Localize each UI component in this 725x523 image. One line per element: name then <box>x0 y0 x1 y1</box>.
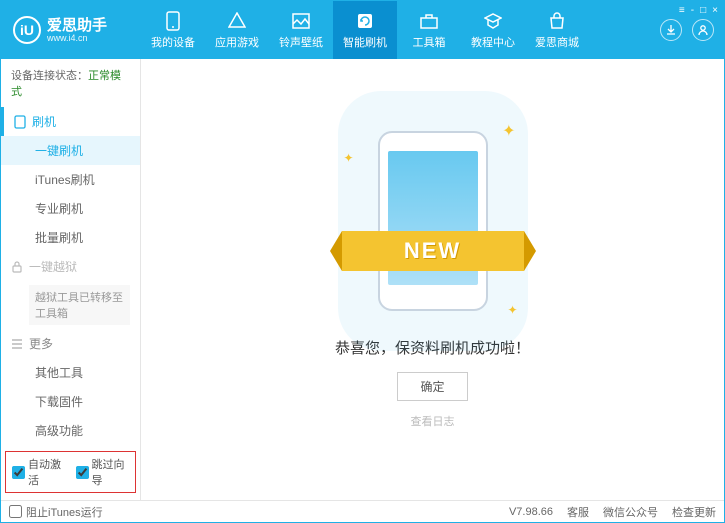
nav-label: 智能刷机 <box>343 34 387 50</box>
section-flash[interactable]: 刷机 <box>1 107 140 136</box>
success-illustration: NEW ✦ ✦ ✦ <box>378 131 488 311</box>
main-content: NEW ✦ ✦ ✦ 恭喜您，保资料刷机成功啦！ 确定 查看日志 <box>141 59 724 500</box>
checkbox-skip-guide[interactable]: 跳过向导 <box>76 456 130 488</box>
maximize-button[interactable]: □ <box>700 5 706 16</box>
check-update-link[interactable]: 检查更新 <box>672 504 716 520</box>
sidebar-item-advanced[interactable]: 高级功能 <box>1 416 140 445</box>
minimize-button[interactable]: - <box>691 5 694 16</box>
tutorial-icon <box>483 11 503 31</box>
nav-label: 应用游戏 <box>215 34 259 50</box>
checkbox-block-itunes[interactable]: 阻止iTunes运行 <box>9 504 103 520</box>
wallpaper-icon <box>291 11 311 31</box>
nav-label: 工具箱 <box>413 34 446 50</box>
footer: 阻止iTunes运行 V7.98.66 客服 微信公众号 检查更新 <box>1 500 724 522</box>
jailbreak-note: 越狱工具已转移至工具箱 <box>29 285 130 325</box>
app-url: www.i4.cn <box>47 33 107 43</box>
options-box: 自动激活 跳过向导 <box>5 451 136 493</box>
main-nav: 我的设备 应用游戏 铃声壁纸 智能刷机 工具箱 教程中心 爱思商城 <box>141 1 589 59</box>
version-label: V7.98.66 <box>509 506 553 518</box>
new-banner: NEW <box>342 231 524 271</box>
flash-icon <box>355 11 375 31</box>
ok-button[interactable]: 确定 <box>397 372 467 401</box>
support-link[interactable]: 客服 <box>567 504 589 520</box>
nav-tutorial[interactable]: 教程中心 <box>461 1 525 59</box>
lock-icon <box>11 261 23 273</box>
toolbox-icon <box>419 11 439 31</box>
device-icon <box>163 11 183 31</box>
header-right <box>660 19 724 41</box>
download-button[interactable] <box>660 19 682 41</box>
sidebar-item-pro[interactable]: 专业刷机 <box>1 194 140 223</box>
connection-status: 设备连接状态：正常模式 <box>1 59 140 107</box>
sidebar-item-download-fw[interactable]: 下载固件 <box>1 387 140 416</box>
section-more[interactable]: 更多 <box>1 329 140 358</box>
sidebar-item-other[interactable]: 其他工具 <box>1 358 140 387</box>
nav-flash[interactable]: 智能刷机 <box>333 1 397 59</box>
nav-toolbox[interactable]: 工具箱 <box>397 1 461 59</box>
view-log-link[interactable]: 查看日志 <box>411 413 455 429</box>
nav-label: 教程中心 <box>471 34 515 50</box>
sidebar: 设备连接状态：正常模式 刷机 一键刷机 iTunes刷机 专业刷机 批量刷机 一… <box>1 59 141 500</box>
device-info[interactable]: iPhone 12 mini 64GB Down-12mini-13,1 <box>1 499 140 500</box>
success-message: 恭喜您，保资料刷机成功啦！ <box>335 337 530 358</box>
phone-icon <box>14 115 26 129</box>
logo: iU 爱思助手 www.i4.cn <box>1 16 141 44</box>
header: ≡ - □ × iU 爱思助手 www.i4.cn 我的设备 应用游戏 铃声壁纸… <box>1 1 724 59</box>
nav-store[interactable]: 爱思商城 <box>525 1 589 59</box>
sidebar-item-batch[interactable]: 批量刷机 <box>1 223 140 252</box>
nav-apps[interactable]: 应用游戏 <box>205 1 269 59</box>
nav-label: 爱思商城 <box>535 34 579 50</box>
app-name: 爱思助手 <box>47 18 107 33</box>
list-icon <box>11 339 23 349</box>
window-controls: ≡ - □ × <box>679 5 718 16</box>
nav-label: 我的设备 <box>151 34 195 50</box>
checkbox-auto-activate[interactable]: 自动激活 <box>12 456 66 488</box>
sidebar-item-oneclick[interactable]: 一键刷机 <box>1 136 140 165</box>
close-button[interactable]: × <box>712 5 718 16</box>
menu-icon[interactable]: ≡ <box>679 5 685 16</box>
nav-label: 铃声壁纸 <box>279 34 323 50</box>
apps-icon <box>227 11 247 31</box>
user-button[interactable] <box>692 19 714 41</box>
wechat-link[interactable]: 微信公众号 <box>603 504 658 520</box>
logo-icon: iU <box>13 16 41 44</box>
nav-my-device[interactable]: 我的设备 <box>141 1 205 59</box>
nav-ringtones[interactable]: 铃声壁纸 <box>269 1 333 59</box>
section-jailbreak: 一键越狱 <box>1 252 140 281</box>
sidebar-item-itunes[interactable]: iTunes刷机 <box>1 165 140 194</box>
store-icon <box>547 11 567 31</box>
